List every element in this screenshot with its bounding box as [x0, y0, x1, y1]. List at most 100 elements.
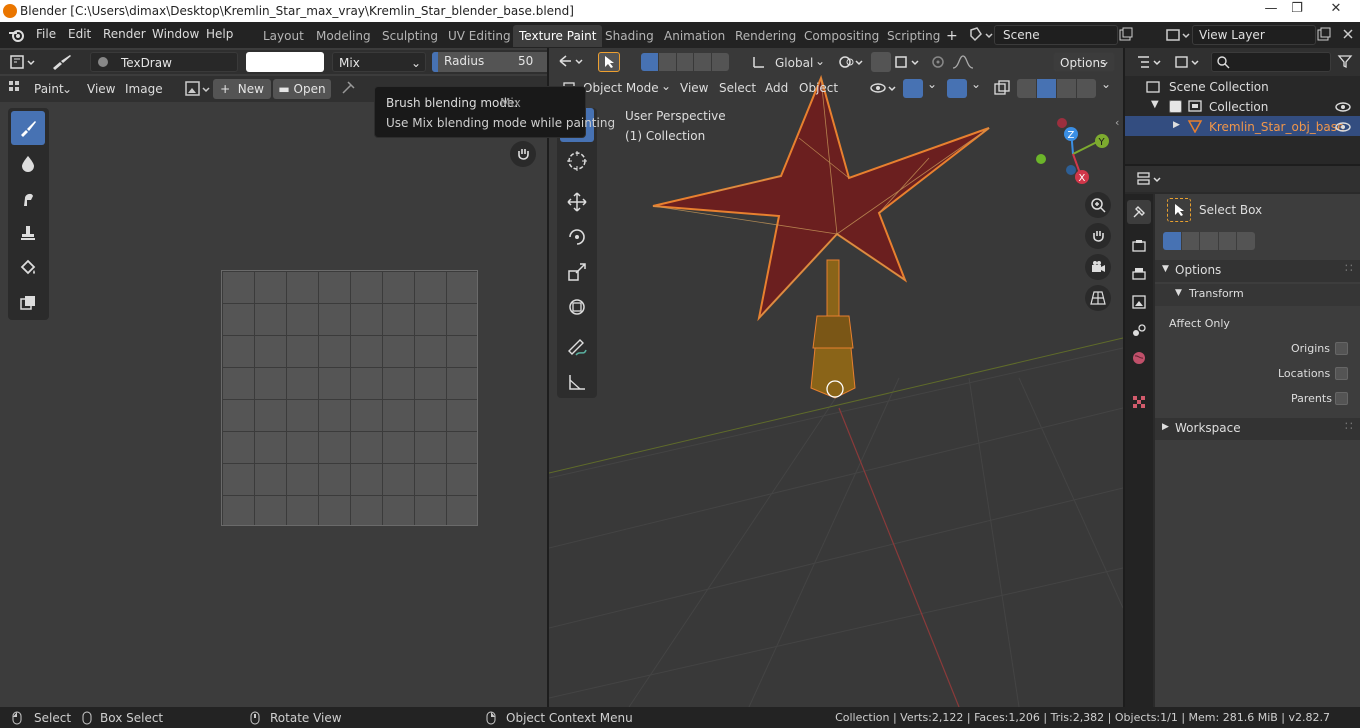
- editor-type-icon[interactable]: [8, 53, 38, 71]
- menu-file[interactable]: File: [36, 27, 56, 41]
- new-scene-icon[interactable]: [1118, 27, 1134, 43]
- soften-tool-icon[interactable]: [11, 146, 45, 180]
- tab-texture-paint[interactable]: Texture Paint: [513, 25, 603, 47]
- radius-slider[interactable]: Radius 50 px: [432, 52, 547, 72]
- paint-mode-icon[interactable]: [8, 80, 22, 94]
- filter-icon[interactable]: [1337, 53, 1353, 69]
- menu-view[interactable]: View: [87, 82, 115, 96]
- extend-selection-icon[interactable]: [1181, 232, 1200, 250]
- invert-selection-icon[interactable]: [1218, 232, 1237, 250]
- brush-color-swatch[interactable]: [246, 52, 324, 72]
- scene-icon[interactable]: [968, 26, 994, 44]
- outliner-search-input[interactable]: [1211, 52, 1331, 72]
- render-tab-icon[interactable]: [1131, 238, 1147, 254]
- transform-orientation-dropdown[interactable]: Global: [775, 56, 813, 70]
- viewport-menu-view[interactable]: View: [680, 81, 708, 95]
- view-layer-field[interactable]: View Layer: [1192, 25, 1316, 45]
- image-browse-icon[interactable]: [184, 80, 214, 98]
- viewport-editor-type-icon[interactable]: [557, 52, 587, 70]
- minimize-button[interactable]: —: [1258, 0, 1284, 20]
- transform-subpanel-header[interactable]: ▼ Transform: [1155, 284, 1360, 306]
- 3d-cursor-tool-icon[interactable]: [560, 144, 594, 178]
- camera-view-icon[interactable]: [1085, 254, 1111, 280]
- expand-arrow-icon[interactable]: ▶: [1173, 120, 1180, 130]
- pin-icon[interactable]: [340, 80, 356, 96]
- add-workspace-button[interactable]: +: [940, 25, 964, 47]
- outliner-collection[interactable]: Collection: [1209, 100, 1268, 114]
- image-editor[interactable]: TexDraw Mix ⌄ Radius 50 px Paint ⌄ View …: [0, 48, 547, 707]
- tab-modeling[interactable]: Modeling: [310, 25, 377, 47]
- tab-rendering[interactable]: Rendering: [729, 25, 802, 47]
- menu-image[interactable]: Image: [125, 82, 163, 96]
- rendered-shading-icon[interactable]: [1077, 79, 1096, 98]
- tool-settings-tab-icon[interactable]: [1127, 200, 1151, 224]
- menu-help[interactable]: Help: [206, 27, 233, 41]
- tab-layout[interactable]: Layout: [257, 25, 310, 47]
- tab-shading[interactable]: Shading: [599, 25, 660, 47]
- properties-editor-type-icon[interactable]: [1135, 170, 1165, 188]
- intersect-selection-icon[interactable]: [712, 53, 729, 71]
- scene-tab-icon[interactable]: [1131, 322, 1147, 338]
- collapse-arrow-icon[interactable]: ▼: [1151, 99, 1159, 110]
- pan-view-hand-icon[interactable]: [1085, 223, 1111, 249]
- intersect-selection-icon[interactable]: [1237, 232, 1255, 250]
- locations-checkbox[interactable]: [1335, 367, 1348, 380]
- outliner-selected-row[interactable]: ▶ Kremlin_Star_obj_base: [1125, 116, 1360, 136]
- mask-tool-icon[interactable]: [11, 286, 45, 320]
- new-image-button[interactable]: + New: [213, 79, 271, 99]
- texture-tab-icon[interactable]: [1131, 394, 1147, 410]
- tab-animation[interactable]: Animation: [658, 25, 731, 47]
- rotate-tool-icon[interactable]: [560, 220, 594, 254]
- select-tool-cursor-icon[interactable]: [598, 52, 620, 72]
- clone-tool-icon[interactable]: [11, 216, 45, 250]
- view-layer-tab-icon[interactable]: [1131, 294, 1147, 310]
- scene-name-field[interactable]: Scene: [994, 25, 1118, 45]
- material-shading-icon[interactable]: [1057, 79, 1076, 98]
- draw-tool-icon[interactable]: [11, 111, 45, 145]
- collection-include-checkbox[interactable]: [1169, 100, 1182, 113]
- view-layer-icon[interactable]: [1164, 26, 1192, 44]
- close-button[interactable]: ✕: [1316, 0, 1356, 20]
- viewport-menu-object[interactable]: Object: [799, 81, 838, 95]
- set-new-selection-icon[interactable]: [641, 53, 658, 71]
- origins-checkbox[interactable]: [1335, 342, 1348, 355]
- drag-handle-icon[interactable]: ∷: [1345, 419, 1353, 433]
- perspective-toggle-icon[interactable]: [1085, 285, 1111, 311]
- tool-selection-mode-group[interactable]: [1163, 232, 1255, 250]
- 3d-viewport[interactable]: Global ⌄ Options ⌄ Object Mode ⌄ View Se…: [549, 48, 1123, 707]
- subtract-selection-icon[interactable]: [1200, 232, 1218, 250]
- tab-scripting[interactable]: Scripting: [881, 25, 946, 47]
- parents-checkbox[interactable]: [1335, 392, 1348, 405]
- visibility-eye-icon[interactable]: [1335, 100, 1351, 114]
- open-image-button[interactable]: ▬ Open: [273, 79, 331, 99]
- gizmo-toggle-icon[interactable]: [903, 79, 923, 98]
- remove-view-layer-icon[interactable]: [1340, 26, 1356, 42]
- scale-tool-icon[interactable]: [560, 255, 594, 289]
- brush-name-field[interactable]: TexDraw: [90, 52, 238, 72]
- visibility-eye-icon[interactable]: [1335, 120, 1351, 134]
- annotate-tool-icon[interactable]: [560, 330, 594, 364]
- viewport-menu-add[interactable]: Add: [765, 81, 788, 95]
- wireframe-shading-icon[interactable]: [1017, 79, 1036, 98]
- options-panel-header[interactable]: ▼ Options ∷: [1155, 260, 1360, 282]
- outliner[interactable]: Scene Collection ▼ Collection ▶ Kremlin_…: [1125, 48, 1360, 164]
- navigation-gizmo[interactable]: Z Y X: [1033, 112, 1113, 192]
- display-mode-icon[interactable]: [1173, 53, 1203, 71]
- solid-shading-icon[interactable]: [1037, 79, 1056, 98]
- tab-uv-editing[interactable]: UV Editing: [442, 25, 517, 47]
- output-tab-icon[interactable]: [1131, 266, 1147, 282]
- outliner-editor-type-icon[interactable]: [1135, 53, 1165, 71]
- image-canvas-grid[interactable]: [221, 270, 478, 526]
- new-view-layer-icon[interactable]: [1316, 27, 1332, 43]
- selection-mode-group[interactable]: [641, 53, 729, 71]
- outliner-object[interactable]: Kremlin_Star_obj_base: [1209, 120, 1344, 134]
- snap-magnet-icon[interactable]: [871, 52, 891, 72]
- blend-mode-dropdown[interactable]: Mix ⌄: [332, 52, 426, 72]
- sidebar-toggle-icon[interactable]: ‹: [1115, 116, 1119, 129]
- zoom-view-icon[interactable]: [1085, 192, 1111, 218]
- brush-icon[interactable]: [50, 53, 74, 71]
- smear-tool-icon[interactable]: [11, 181, 45, 215]
- transform-tool-icon[interactable]: [560, 290, 594, 324]
- menu-edit[interactable]: Edit: [68, 27, 91, 41]
- fill-tool-icon[interactable]: [11, 251, 45, 285]
